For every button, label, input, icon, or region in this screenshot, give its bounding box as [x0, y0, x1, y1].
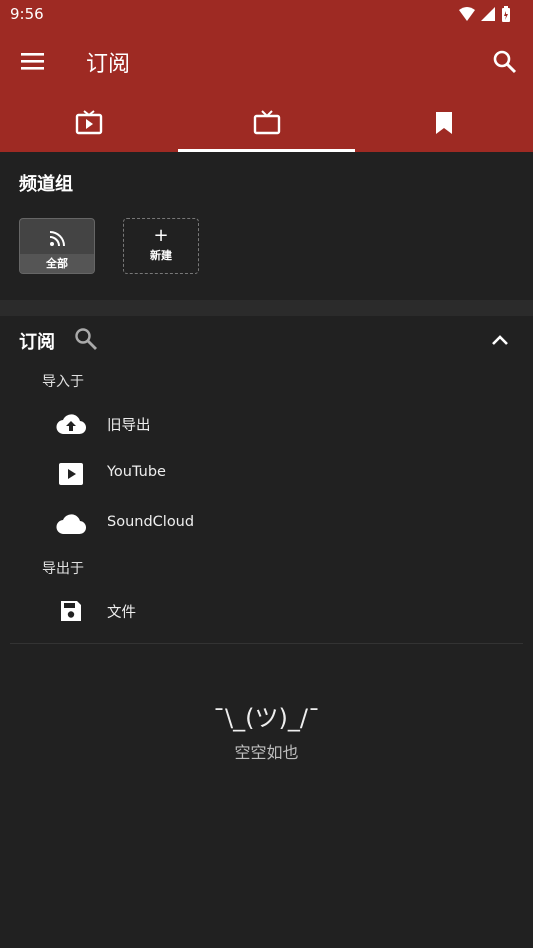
bookmark-icon — [436, 112, 453, 134]
chevron-up-icon — [492, 335, 508, 345]
cloud-icon — [56, 511, 86, 537]
new-group-label: 新建 — [150, 249, 172, 262]
export-file[interactable]: 文件 — [0, 586, 533, 636]
cloud-upload-icon — [56, 411, 86, 437]
toolbar: 订阅 — [0, 30, 533, 94]
export-to-label: 导出于 — [42, 561, 84, 577]
collapse-button[interactable] — [489, 330, 511, 350]
play-tv-icon — [75, 110, 103, 135]
import-soundcloud-label: SoundCloud — [107, 514, 195, 530]
import-youtube-label: YouTube — [107, 464, 166, 480]
save-icon — [56, 598, 86, 624]
new-group-button[interactable]: + 新建 — [123, 218, 199, 274]
import-previous-export-label: 旧导出 — [107, 418, 151, 434]
menu-icon — [21, 53, 44, 70]
group-chip-all[interactable]: 全部 — [19, 218, 95, 274]
status-icons — [459, 6, 511, 22]
menu-button[interactable] — [18, 48, 48, 76]
tab-bar — [0, 94, 533, 152]
channel-groups-title: 频道组 — [19, 174, 73, 195]
import-from-label: 导入于 — [42, 374, 84, 390]
subscriptions-search-button[interactable] — [73, 326, 99, 352]
import-previous-export[interactable]: 旧导出 — [0, 399, 533, 449]
search-icon — [493, 50, 517, 74]
group-chip-all-label: 全部 — [20, 254, 94, 273]
empty-state-text: 空空如也 — [234, 743, 299, 762]
app-bar: 9:56 订阅 — [0, 0, 533, 152]
tv-icon — [253, 110, 280, 135]
plus-icon: + — [153, 225, 169, 246]
empty-state-emoticon: ¯\_(ツ)_/¯ — [213, 704, 320, 732]
list-divider — [10, 643, 523, 644]
battery-icon — [502, 6, 510, 22]
page-title: 订阅 — [86, 52, 131, 77]
signal-icon — [481, 7, 495, 21]
import-soundcloud[interactable]: SoundCloud — [0, 499, 533, 549]
subscriptions-title: 订阅 — [19, 332, 55, 353]
search-button[interactable] — [491, 48, 519, 76]
tab-subscriptions[interactable] — [177, 94, 356, 152]
search-icon — [75, 328, 97, 350]
tab-bookmarks[interactable] — [355, 94, 533, 152]
tab-whats-new[interactable] — [0, 94, 178, 152]
youtube-play-icon — [56, 461, 86, 487]
status-bar: 9:56 — [0, 0, 533, 30]
export-file-label: 文件 — [107, 605, 136, 621]
status-time: 9:56 — [10, 5, 44, 23]
import-youtube[interactable]: YouTube — [0, 449, 533, 499]
wifi-icon — [459, 7, 475, 21]
rss-icon — [49, 231, 65, 247]
subscriptions-header: 订阅 — [0, 316, 533, 364]
section-divider — [0, 300, 533, 316]
